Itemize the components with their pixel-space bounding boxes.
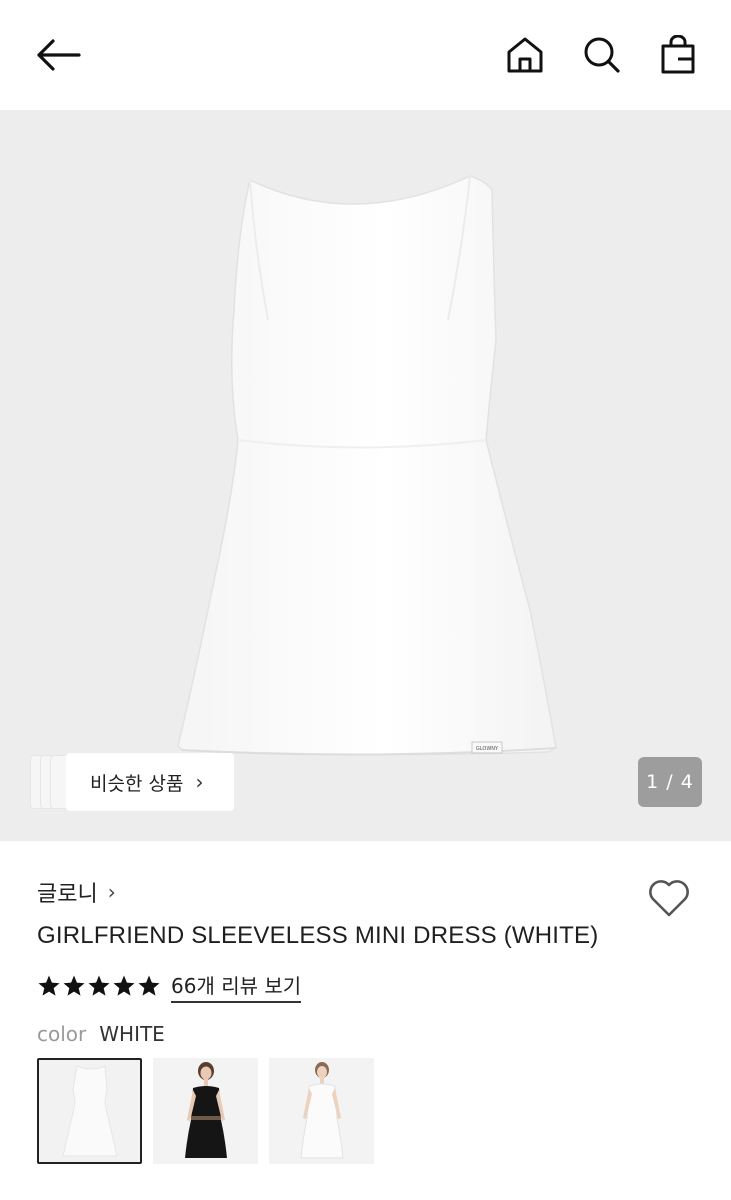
rating-stars: [37, 974, 161, 998]
dress-label-tag: GLOWNY: [476, 746, 499, 752]
swatch-white-dress-flat[interactable]: [37, 1058, 142, 1164]
shopping-bag-icon: [661, 35, 695, 74]
arrow-left-icon: [37, 39, 81, 71]
similar-label: 비슷한 상품: [90, 772, 184, 795]
rating-row: 66개 리뷰 보기: [37, 969, 302, 1003]
back-button[interactable]: [33, 30, 83, 80]
color-value: WHITE: [99, 1022, 165, 1046]
brand-link[interactable]: 글로니 ›: [37, 876, 116, 908]
similar-label-box: 비슷한 상품 ›: [66, 753, 234, 811]
dress-image: GLOWNY: [177, 175, 557, 756]
color-label: color: [37, 1022, 87, 1046]
similar-products-button[interactable]: 비슷한 상품 ›: [30, 753, 234, 811]
cart-button[interactable]: [653, 30, 703, 80]
white-dress-model-thumb: [269, 1058, 374, 1164]
star-icon: [113, 975, 135, 996]
swatch-white-dress-model[interactable]: [269, 1058, 374, 1164]
search-button[interactable]: [577, 30, 627, 80]
review-link[interactable]: 66개 리뷰 보기: [171, 970, 302, 1003]
top-nav: [0, 0, 731, 110]
star-icon: [138, 975, 160, 996]
image-pager: 1 / 4: [638, 757, 702, 807]
star-icon: [38, 975, 60, 996]
home-icon: [507, 37, 543, 73]
swatch-black-dress-model[interactable]: [153, 1058, 258, 1164]
product-image-carousel[interactable]: GLOWNY 비슷한 상품 › 1 / 4: [0, 110, 731, 841]
home-button[interactable]: [500, 30, 550, 80]
brand-name: 글로니: [37, 882, 98, 907]
product-title: GIRLFRIEND SLEEVELESS MINI DRESS (WHITE): [37, 922, 599, 949]
wishlist-button[interactable]: [645, 874, 693, 922]
search-icon: [584, 37, 620, 73]
black-dress-model-thumb: [153, 1058, 258, 1164]
star-icon: [88, 975, 110, 996]
white-dress-thumb: [39, 1060, 140, 1162]
chevron-right-icon: ›: [107, 880, 116, 904]
heart-icon: [649, 880, 689, 917]
color-row: color WHITE: [37, 1022, 165, 1046]
color-swatches: [37, 1058, 374, 1164]
star-icon: [63, 975, 85, 996]
chevron-right-icon: ›: [195, 770, 204, 794]
